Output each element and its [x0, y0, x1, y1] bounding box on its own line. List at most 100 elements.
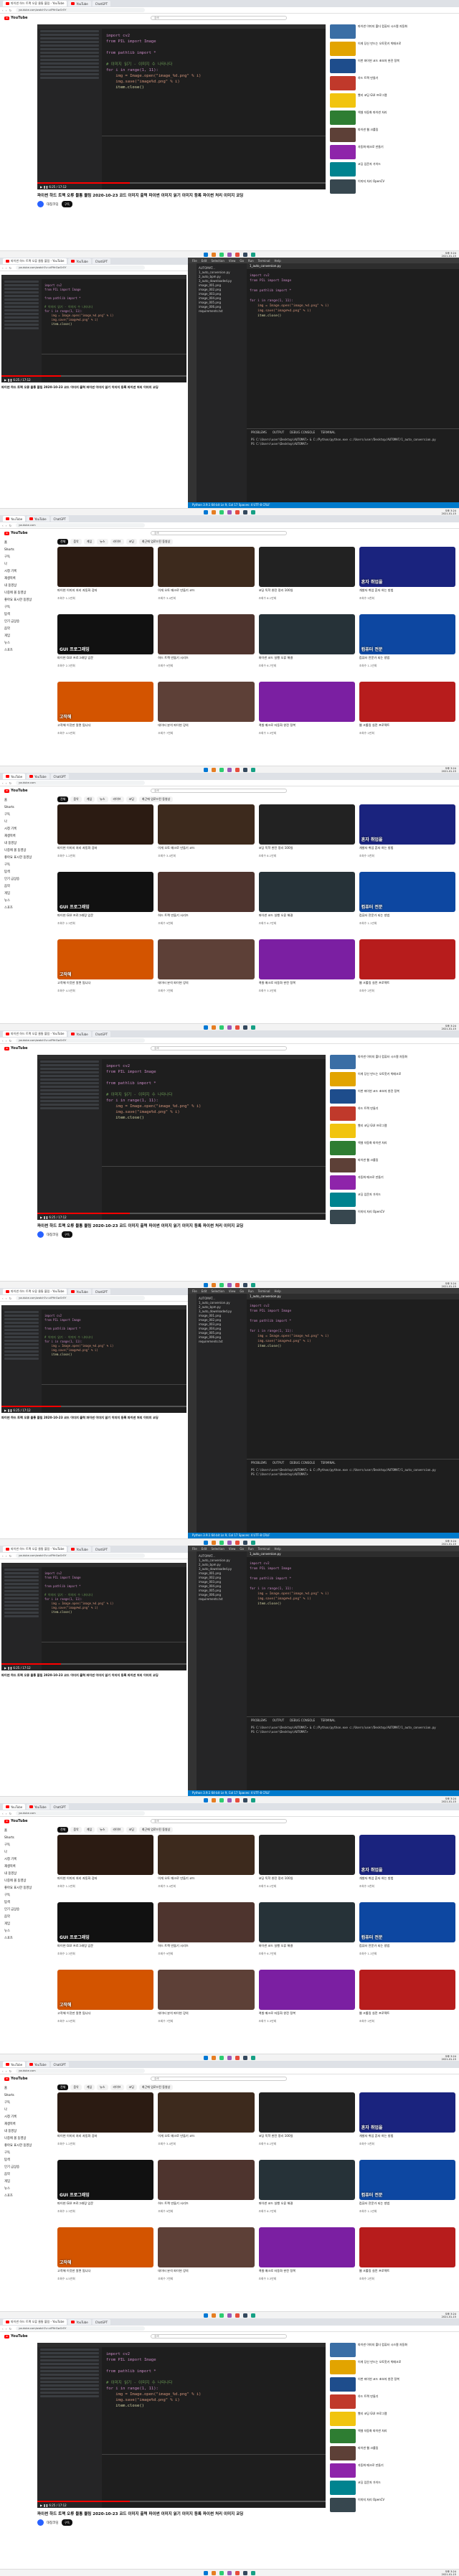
video-card[interactable]: 혼자 취업을 개발자 취업 혼자 하는 방법 조회수 5천회 [359, 1835, 455, 1898]
guide-item[interactable]: 좋아요 표시한 동영상 [4, 1885, 46, 1892]
filter-chip[interactable]: 코딩 [126, 2084, 137, 2090]
guide-item[interactable]: 나중에 볼 동영상 [4, 847, 46, 855]
video-thumbnail[interactable]: 컴퓨터 전문 [359, 1902, 455, 1942]
video-card-title[interactable]: 데이터 분석 파이썬 강의 [158, 723, 254, 730]
taskbar-app-icon[interactable] [212, 2055, 216, 2060]
youtube-logo[interactable]: YouTube [4, 2334, 28, 2338]
video-card-title[interactable]: 웹 크롤링 실전 프로젝트 [359, 981, 455, 988]
video-thumbnail[interactable] [359, 2227, 455, 2267]
avatar[interactable] [37, 2519, 44, 2526]
video-card[interactable]: 데이터 분석 파이썬 강의 조회수 7천회 [158, 1970, 255, 2033]
editor[interactable]: 1_auto_conversion.py import cv2 from PIL… [247, 263, 459, 428]
guide-item[interactable]: 구독 [4, 812, 46, 819]
navigation-buttons-icon[interactable]: ‹ › ↻ [2, 9, 12, 12]
taskbar-app-icon[interactable] [227, 252, 232, 257]
video-card[interactable]: 파이썬 코드 실행 오류 해결 조회수 6.7만회 [258, 2160, 355, 2223]
taskbar-app-icon[interactable] [227, 2055, 232, 2060]
avatar[interactable] [37, 1231, 44, 1238]
editor-tab[interactable]: 1_auto_conversion.py [247, 263, 459, 269]
video-player[interactable]: import cv2 from PIL import Image from pa… [1, 1305, 186, 1413]
video-card[interactable]: 이게 오토 매크로 만들기 코드 조회수 3.4만회 [158, 804, 255, 868]
address-bar[interactable]: youtube.com [16, 523, 145, 527]
video-player[interactable]: import cv2 from PIL import Image from pa… [1, 275, 186, 382]
filter-chip[interactable]: 코딩 [126, 796, 137, 802]
guide-item[interactable]: 홈 [4, 2085, 46, 2092]
guide-item[interactable]: 홈 [4, 797, 46, 804]
filter-chip[interactable]: 뉴스 [97, 796, 108, 802]
menu-item[interactable]: View [229, 259, 236, 263]
filter-chip[interactable]: 게임 [83, 2084, 95, 2090]
video-card-title[interactable]: 하드 트랙 만들기 시리즈 [158, 913, 254, 921]
panel-tab[interactable]: TERMINAL [321, 1461, 335, 1465]
taskbar-app-icon[interactable] [235, 1282, 240, 1287]
guide-item[interactable]: 음악 [4, 2171, 46, 2178]
browser-tab[interactable]: YouTube [68, 2319, 91, 2325]
video-thumbnail[interactable]: 컴퓨터 전문 [359, 2160, 455, 2200]
taskbar-app-icon[interactable] [219, 767, 224, 772]
taskbar-app-icon[interactable] [212, 767, 216, 772]
guide-item[interactable]: 구독 [4, 1892, 46, 1899]
video-card-title[interactable]: 코딩 독학 완전 정리 100일 [259, 1876, 355, 1884]
filter-chip[interactable]: 라이브 [110, 2084, 124, 2090]
video-card-title[interactable]: 데이터 분석 파이썬 강의 [158, 2269, 254, 2276]
browser-tab[interactable]: YouTube [68, 1, 91, 6]
guide-item[interactable]: 내 동영상 [4, 1871, 46, 1878]
browser-tab[interactable]: ChatGPT [50, 774, 69, 779]
menu-item[interactable]: Edit [202, 1547, 207, 1551]
taskbar-app-icon[interactable] [227, 1797, 232, 1802]
video-card-title[interactable]: 고작해 이것만 알면 됩니다 [57, 981, 153, 988]
guide-item[interactable]: 시청 기록 [4, 1856, 46, 1863]
taskbar-app-icon[interactable] [235, 2313, 240, 2318]
video-card-title[interactable]: 엑셀 매크로 자동화 완전 정복 [259, 723, 355, 730]
guide-item[interactable]: 좋아요 표시한 동영상 [4, 597, 46, 604]
video-card-title[interactable]: 코딩 독학 완전 정리 100일 [259, 2134, 355, 2141]
video-card[interactable]: 고작해 고작해 이것만 알면 됩니다 조회수 4.5만회 [57, 682, 154, 745]
related-video[interactable]: 이번 파이썬 코드 초보자 완전 정복 [330, 59, 455, 73]
taskbar-app-icon[interactable] [243, 1025, 247, 1030]
subscribe-button[interactable]: 구독 [61, 2519, 72, 2526]
taskbar-app-icon[interactable] [227, 2570, 232, 2575]
player-controls[interactable]: ▶ ❚❚ 6:25 / 17:12 [40, 2504, 67, 2507]
video-thumbnail[interactable]: 혼자 취업을 [359, 547, 455, 587]
video-thumbnail[interactable]: 컴퓨터 전문 [359, 614, 455, 654]
youtube-logo[interactable]: YouTube [4, 789, 28, 793]
guide-item[interactable]: 탐색 [4, 611, 46, 619]
guide-item[interactable]: 나 [4, 819, 46, 826]
taskbar-app-icon[interactable] [212, 1797, 216, 1802]
filter-chip[interactable]: 게임 [83, 796, 95, 802]
guide-item[interactable]: 시청 기록 [4, 2114, 46, 2121]
video-thumbnail[interactable] [158, 547, 255, 587]
panel-tab[interactable]: DEBUG CONSOLE [290, 1719, 315, 1722]
video-card-title[interactable]: 하드 트랙 만들기 시리즈 [158, 1944, 254, 1951]
video-card-title[interactable]: 개발자 취업 혼자 하는 방법 [359, 2134, 455, 2141]
taskbar-app-icon[interactable] [227, 1540, 232, 1545]
video-thumbnail[interactable] [158, 2092, 255, 2133]
menu-item[interactable]: Edit [202, 1289, 207, 1293]
video-thumbnail[interactable] [158, 2160, 255, 2200]
guide-item[interactable]: 스포츠 [4, 647, 46, 654]
video-thumbnail[interactable] [359, 1970, 455, 2010]
guide-item[interactable]: 인기 급상승 [4, 876, 46, 883]
taskbar-app-icon[interactable] [219, 1797, 224, 1802]
menu-item[interactable]: Terminal [258, 259, 270, 263]
panel-tab[interactable]: DEBUG CONSOLE [290, 1461, 315, 1465]
menu-item[interactable]: View [229, 1289, 236, 1293]
player-controls[interactable]: ▶ ❚❚ 6:25 / 17:12 [4, 1666, 31, 1670]
filter-chip[interactable]: 뉴스 [97, 1827, 108, 1833]
video-thumbnail[interactable] [258, 1902, 355, 1942]
related-video[interactable]: 코딩 입문자 가이드 [330, 1193, 455, 1207]
taskbar-app-icon[interactable] [251, 1282, 255, 1287]
navigation-buttons-icon[interactable]: ‹ › ↻ [2, 524, 12, 527]
video-card[interactable]: GUI 프로그래밍 파이썬 GUI 프로그래밍 입문 조회수 2.3만회 [57, 1902, 154, 1965]
menu-item[interactable]: Selection [211, 1289, 224, 1293]
video-card-title[interactable]: 고작해 이것만 알면 됩니다 [57, 723, 153, 730]
menu-item[interactable]: View [229, 1547, 236, 1551]
video-card-title[interactable]: 파이썬 코드 실행 오류 해결 [259, 1944, 355, 1951]
browser-tab[interactable]: YouTube [68, 1289, 91, 1294]
video-thumbnail[interactable] [57, 2092, 154, 2133]
guide-item[interactable]: 나중에 볼 동영상 [4, 2135, 46, 2143]
search-input[interactable]: 검색 [151, 2077, 287, 2081]
video-thumbnail[interactable]: GUI 프로그래밍 [57, 614, 154, 654]
filter-chip[interactable]: 코딩 [126, 1827, 137, 1833]
filter-chip[interactable]: 코딩 [126, 539, 137, 545]
